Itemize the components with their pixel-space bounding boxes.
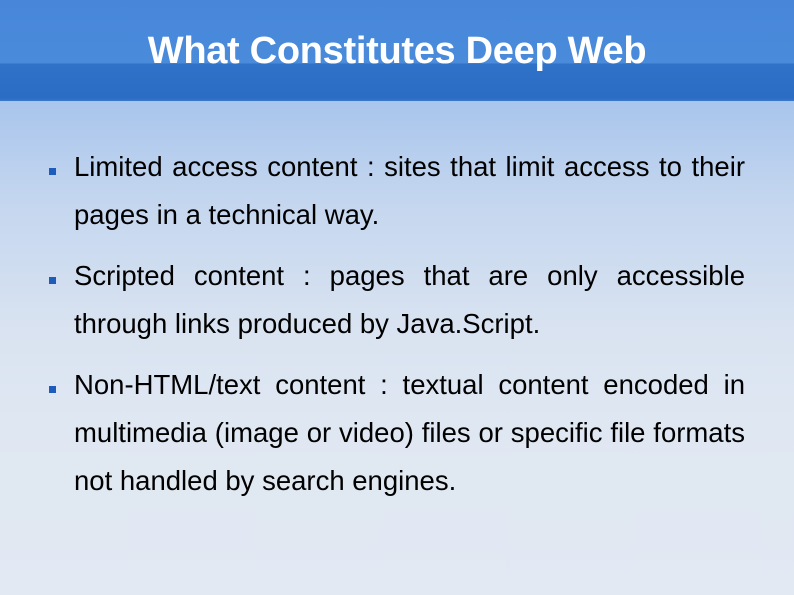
square-bullet-icon xyxy=(49,386,56,393)
square-bullet-icon xyxy=(49,168,56,175)
bullet-text: Limited access content : sites that limi… xyxy=(74,151,745,230)
bullet-item: Non-HTML/text content : textual content … xyxy=(0,361,745,505)
bullet-text: Scripted content : pages that are only a… xyxy=(74,260,745,339)
bullet-list: Limited access content : sites that limi… xyxy=(0,143,794,518)
square-bullet-icon xyxy=(49,277,56,284)
bullet-item: Limited access content : sites that limi… xyxy=(0,143,745,239)
bullet-item: Scripted content : pages that are only a… xyxy=(0,252,745,348)
bullet-text: Non-HTML/text content : textual content … xyxy=(74,369,745,496)
slide-title: What Constitutes Deep Web xyxy=(147,30,647,72)
title-bar: What Constitutes Deep Web xyxy=(0,0,794,101)
